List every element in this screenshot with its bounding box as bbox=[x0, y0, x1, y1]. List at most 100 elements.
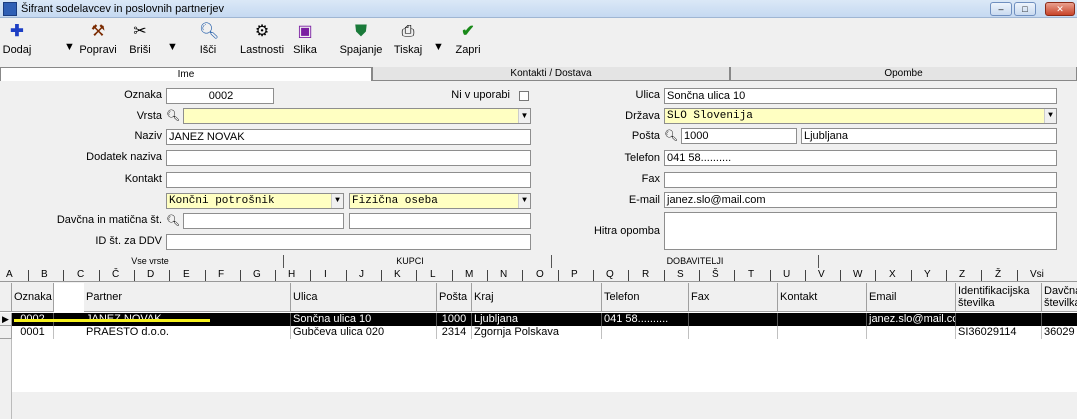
kraj-field[interactable]: Ljubljana bbox=[801, 128, 1057, 144]
tab-dobavitelji[interactable]: DOBAVITELJI bbox=[640, 255, 750, 268]
letter-filter-q[interactable]: Q bbox=[606, 268, 614, 282]
column-header[interactable]: Davčna številka bbox=[1042, 283, 1077, 312]
chevron-down-icon[interactable]: ▼ bbox=[1044, 109, 1056, 123]
table-cell: 0001 bbox=[12, 326, 54, 339]
letter-filter-a[interactable]: A bbox=[6, 268, 13, 282]
column-header[interactable]: Partner bbox=[84, 283, 291, 312]
letter-filter-u[interactable]: U bbox=[783, 268, 790, 282]
fax-field[interactable] bbox=[664, 172, 1057, 188]
delete-button[interactable]: ✂ Briši bbox=[125, 19, 155, 66]
column-header[interactable]: Fax bbox=[689, 283, 778, 312]
properties-button[interactable]: ⚙ Lastnosti bbox=[238, 19, 286, 66]
table-cell: Gubčeva ulica 020 bbox=[291, 326, 437, 339]
column-header[interactable]: Pošta bbox=[437, 283, 472, 312]
letter-filter-t[interactable]: T bbox=[748, 268, 754, 282]
chevron-down-icon[interactable]: ▼ bbox=[518, 194, 530, 208]
davcna-search-icon[interactable]: 🔍︎ bbox=[166, 213, 180, 229]
email-field[interactable]: janez.slo@mail.com bbox=[664, 192, 1057, 208]
posta-search-icon[interactable]: 🔍︎ bbox=[664, 128, 678, 144]
column-header[interactable]: Oznaka bbox=[12, 283, 54, 312]
ulica-field[interactable]: Sončna ulica 10 bbox=[664, 88, 1057, 104]
letter-filter-l[interactable]: L bbox=[430, 268, 436, 282]
dodatek-naziva-field[interactable] bbox=[166, 150, 531, 166]
letter-filter-j[interactable]: J bbox=[359, 268, 364, 282]
customer-type-select[interactable]: Končni potrošnik ▼ bbox=[166, 193, 344, 209]
hitra-opomba-field[interactable] bbox=[664, 212, 1057, 250]
letter-filter-m[interactable]: M bbox=[465, 268, 473, 282]
search-button[interactable]: 🔍︎ Išči bbox=[193, 19, 223, 66]
partner-registry-window: Šifrant sodelavcev in poslovnih partnerj… bbox=[0, 0, 1077, 419]
table-cell bbox=[1042, 313, 1077, 326]
id-ddv-field[interactable] bbox=[166, 234, 531, 250]
column-header[interactable]: Email bbox=[867, 283, 956, 312]
letter-filter-p[interactable]: P bbox=[571, 268, 578, 282]
naziv-field[interactable]: JANEZ NOVAK bbox=[166, 129, 531, 145]
letter-filter-n[interactable]: N bbox=[500, 268, 507, 282]
table-row[interactable]: 0001 PRAESTO d.o.o. Gubčeva ulica 020 2314 Z… bbox=[0, 326, 1077, 339]
chevron-down-icon[interactable]: ▼ bbox=[518, 109, 530, 123]
oznaka-field[interactable]: 0002 bbox=[166, 88, 274, 104]
letter-filter-y[interactable]: Y bbox=[924, 268, 931, 282]
letter-filter-č[interactable]: Č bbox=[112, 268, 119, 282]
letter-filter-i[interactable]: I bbox=[324, 268, 327, 282]
letter-filter-v[interactable]: V bbox=[818, 268, 825, 282]
letter-filter-d[interactable]: D bbox=[147, 268, 154, 282]
letter-filter-g[interactable]: G bbox=[253, 268, 261, 282]
vrsta-select[interactable]: ▼ bbox=[183, 108, 531, 124]
column-header[interactable]: Telefon bbox=[602, 283, 689, 312]
letter-filter-f[interactable]: F bbox=[218, 268, 224, 282]
naziv-label: Naziv bbox=[134, 130, 162, 142]
close-button[interactable]: ✔ Zapri bbox=[452, 19, 484, 66]
tab-ime[interactable]: Ime bbox=[0, 67, 372, 81]
edit-button[interactable]: ⚒ Popravi bbox=[77, 19, 119, 66]
person-type-select[interactable]: Fizična oseba ▼ bbox=[349, 193, 531, 209]
column-header[interactable]: Identifikacijska številka bbox=[956, 283, 1042, 312]
add-button[interactable]: ✚ Dodaj bbox=[0, 19, 34, 66]
scissors-icon: ✂ bbox=[133, 23, 147, 40]
merge-button[interactable]: ⛊ Spajanje bbox=[338, 19, 384, 66]
kontakt-field[interactable] bbox=[166, 172, 531, 188]
title-bar: Šifrant sodelavcev in poslovnih partnerj… bbox=[0, 0, 1077, 18]
letter-filter-k[interactable]: K bbox=[394, 268, 401, 282]
letter-filter-b[interactable]: B bbox=[41, 268, 48, 282]
table-cell bbox=[867, 326, 956, 339]
drzava-select[interactable]: SLO Slovenija ▼ bbox=[664, 108, 1057, 124]
tab-kontakti-dostava[interactable]: Kontakti / Dostava bbox=[372, 67, 730, 81]
telefon-label: Telefon bbox=[624, 152, 660, 164]
letter-filter-ž[interactable]: Ž bbox=[995, 268, 1001, 282]
tab-kupci[interactable]: KUPCI bbox=[370, 255, 450, 268]
posta-field[interactable]: 1000 bbox=[681, 128, 797, 144]
tab-opombe[interactable]: Opombe bbox=[730, 67, 1077, 81]
davcna-field[interactable] bbox=[183, 213, 344, 229]
column-header[interactable]: Kontakt bbox=[778, 283, 867, 312]
maticna-field[interactable] bbox=[349, 213, 531, 229]
print-button[interactable]: ⎙ Tiskaj bbox=[390, 19, 426, 66]
ni-v-uporabi-checkbox[interactable] bbox=[519, 91, 529, 101]
close-window-button[interactable]: ✕ bbox=[1045, 2, 1075, 16]
alphabet-filter-bar: A B C Č D E F G H I J K L M N O P Q R S Š T U V W X Y Z Ž Vsi bbox=[0, 268, 1077, 282]
table-cell bbox=[689, 313, 778, 326]
telefon-field[interactable]: 041 58.......... bbox=[664, 150, 1057, 166]
letter-filter-š[interactable]: Š bbox=[712, 268, 719, 282]
letter-filter-h[interactable]: H bbox=[288, 268, 295, 282]
letter-filter-all[interactable]: Vsi bbox=[1030, 268, 1044, 282]
maximize-button[interactable]: □ bbox=[1014, 2, 1036, 16]
table-cell: Zgornja Polskava bbox=[472, 326, 602, 339]
column-header[interactable]: Kraj bbox=[472, 283, 602, 312]
letter-filter-s[interactable]: S bbox=[677, 268, 684, 282]
kontakt-label: Kontakt bbox=[124, 173, 162, 185]
letter-filter-z[interactable]: Z bbox=[959, 268, 965, 282]
column-header[interactable]: Ulica bbox=[291, 283, 437, 312]
letter-filter-x[interactable]: X bbox=[889, 268, 896, 282]
tab-vse-vrste[interactable]: Vse vrste bbox=[100, 255, 200, 268]
letter-filter-o[interactable]: O bbox=[536, 268, 544, 282]
letter-filter-e[interactable]: E bbox=[183, 268, 190, 282]
letter-filter-w[interactable]: W bbox=[853, 268, 862, 282]
letter-filter-c[interactable]: C bbox=[77, 268, 84, 282]
minimize-button[interactable]: – bbox=[990, 2, 1012, 16]
chevron-down-icon[interactable]: ▼ bbox=[331, 194, 343, 208]
image-button[interactable]: ▣ Slika bbox=[290, 19, 320, 66]
row-indicator bbox=[0, 326, 12, 339]
letter-filter-r[interactable]: R bbox=[642, 268, 649, 282]
vrsta-search-icon[interactable]: 🔍︎ bbox=[166, 108, 180, 124]
